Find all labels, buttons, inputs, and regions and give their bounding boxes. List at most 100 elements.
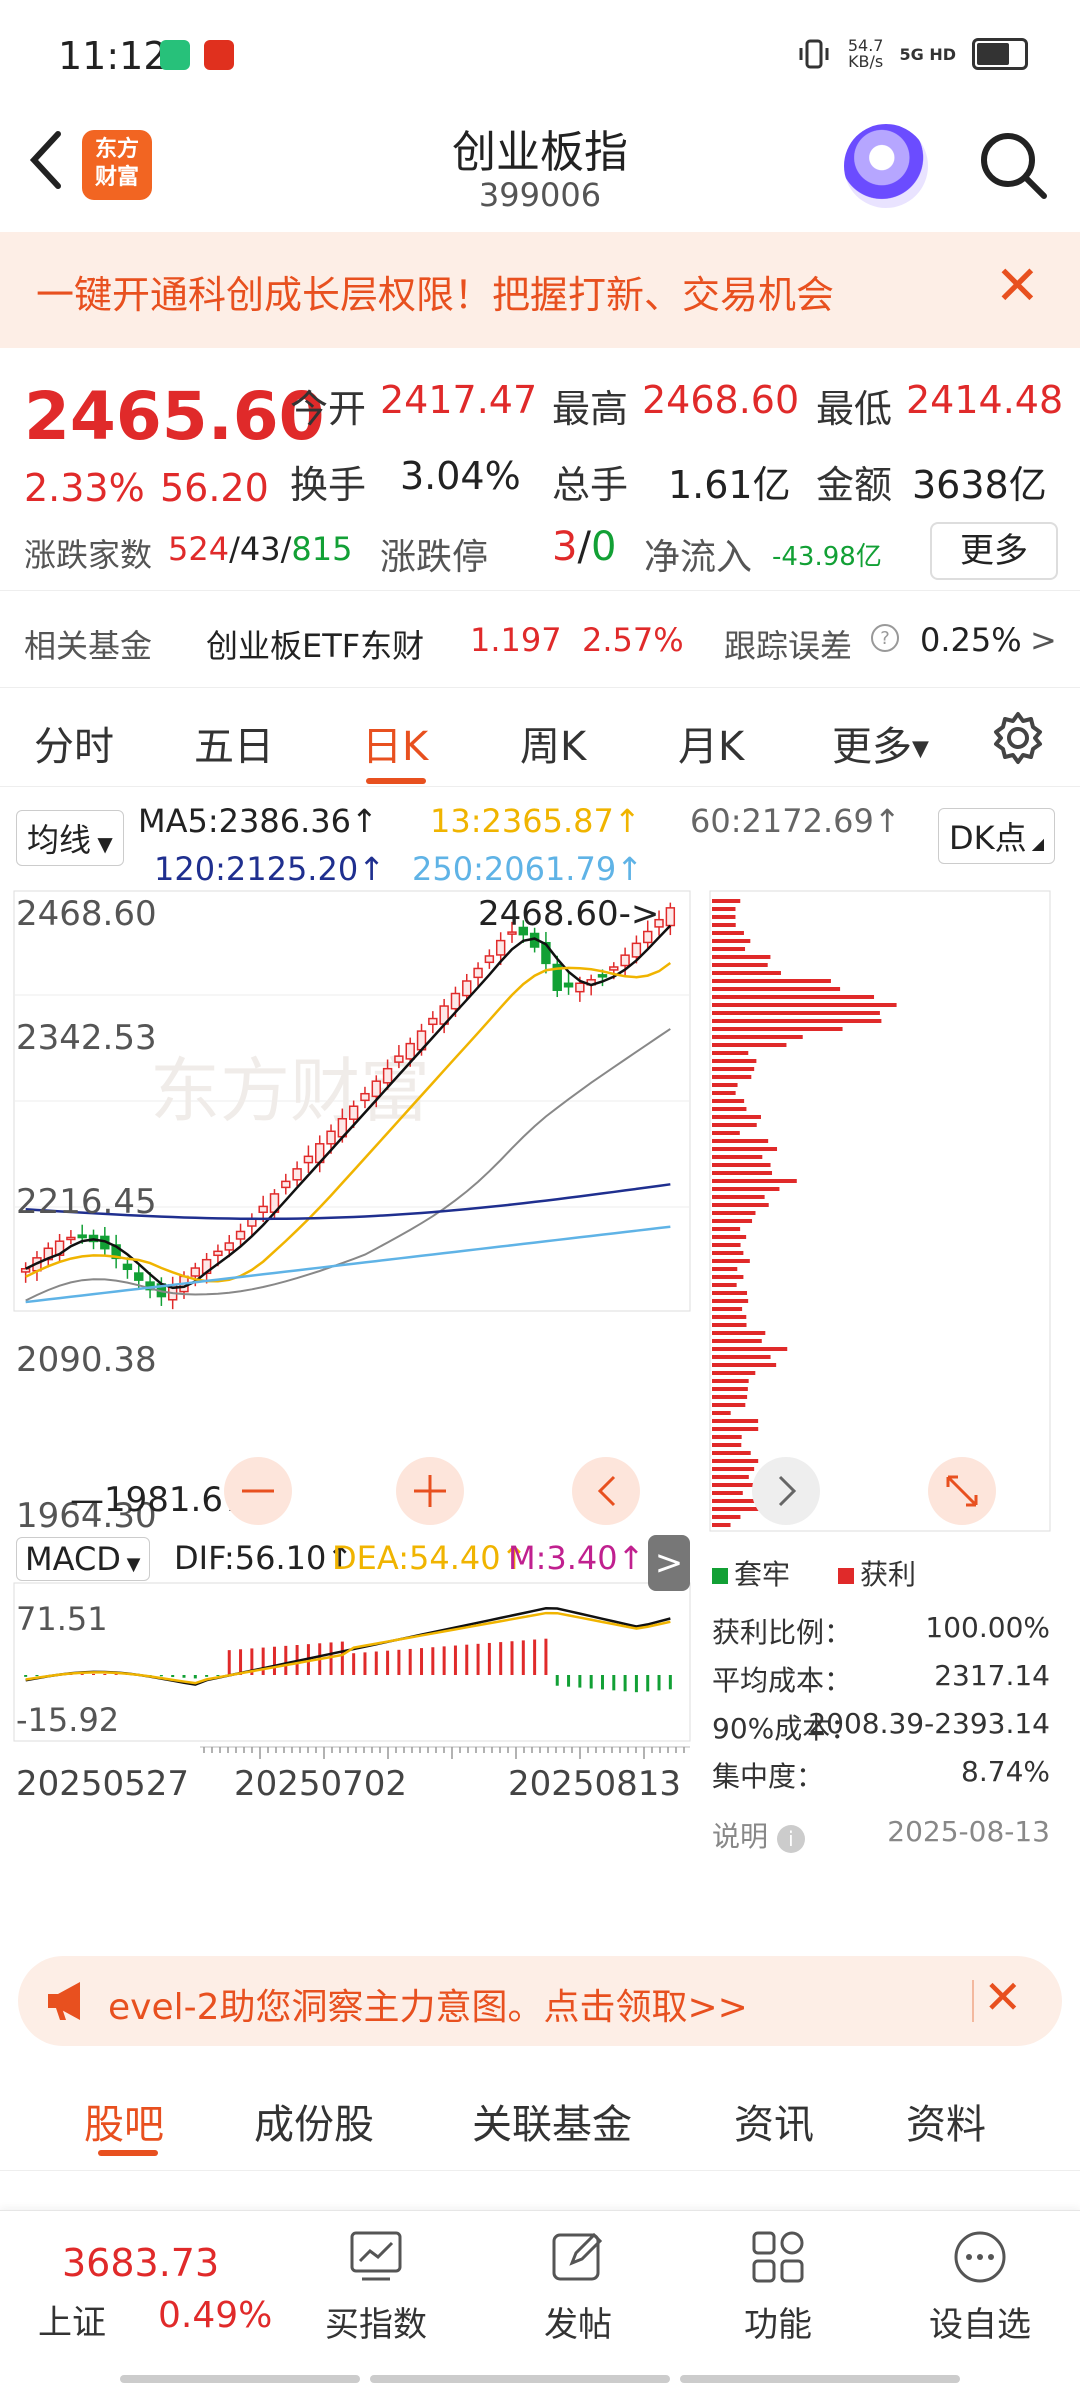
candle — [429, 1019, 437, 1025]
candle — [565, 983, 573, 986]
fund-name[interactable]: 创业板ETF东财 — [206, 621, 424, 667]
help-icon[interactable]: ? — [870, 623, 900, 661]
date-label-2: 20250702 — [234, 1764, 407, 1804]
scroll-left-button[interactable] — [572, 1457, 640, 1525]
scroll-right-button[interactable] — [752, 1457, 820, 1525]
expand-indicator-button[interactable]: > — [648, 1535, 690, 1591]
tab-monthly-k[interactable]: 月K — [678, 714, 744, 772]
candle — [406, 1044, 414, 1059]
zoom-in-button[interactable] — [396, 1457, 464, 1525]
concentration-value: 8.74% — [961, 1755, 1050, 1788]
more-button[interactable]: 更多 — [930, 522, 1058, 580]
fullscreen-button[interactable] — [928, 1457, 996, 1525]
megaphone-icon — [44, 1978, 94, 2024]
tab-related-funds[interactable]: 关联基金 — [472, 2092, 632, 2150]
tracking-error-value: 0.25% — [920, 621, 1022, 659]
chip-bar — [712, 1187, 779, 1191]
tab-profile[interactable]: 资料 — [906, 2092, 986, 2150]
more-dots-icon — [950, 2227, 1010, 2287]
chip-bar — [712, 1347, 787, 1351]
macd-m: M:3.40↑ — [508, 1539, 644, 1577]
promo-banner[interactable]: 一键开通科创成长层权限！把握打新、交易机会 ✕ — [0, 232, 1080, 348]
nav-post[interactable]: 发帖 — [508, 2227, 648, 2346]
candle — [123, 1264, 131, 1269]
promo-close-button[interactable]: ✕ — [983, 1970, 1022, 2024]
y-label-top: 2468.60 — [16, 894, 157, 934]
chip-bar — [712, 1203, 769, 1207]
chip-bar — [712, 1163, 771, 1167]
amount-label: 金额 — [816, 454, 892, 509]
nav-functions[interactable]: 功能 — [708, 2227, 848, 2346]
settings-button[interactable] — [990, 710, 1046, 770]
tab-five-day[interactable]: 五日 — [194, 714, 274, 772]
chip-bar — [712, 987, 840, 991]
chip-bar — [712, 947, 745, 951]
assistant-robot-icon[interactable] — [844, 124, 928, 208]
tab-constituents[interactable]: 成份股 — [254, 2092, 374, 2150]
chip-bar — [712, 1171, 772, 1175]
banner-close-button[interactable]: ✕ — [995, 254, 1040, 317]
high-callout: 2468.60-> — [478, 894, 659, 934]
avg-cost-label: 平均成本： — [712, 1659, 852, 1699]
candle — [225, 1243, 233, 1250]
low-value: 2414.48 — [906, 378, 1063, 422]
chip-bar — [712, 1179, 797, 1183]
chip-legend-profit: 获利 — [838, 1553, 916, 1593]
chip-bar — [712, 1227, 740, 1231]
nav-buy-index[interactable]: 买指数 — [306, 2227, 446, 2346]
chip-bar — [712, 1427, 758, 1431]
limit-label: 涨跌停 — [380, 528, 488, 580]
ma-selector[interactable]: 均线 ▼ — [16, 810, 124, 866]
chip-bar — [712, 1035, 803, 1039]
tab-news[interactable]: 资讯 — [734, 2092, 814, 2150]
tab-weekly-k[interactable]: 周K — [520, 714, 586, 772]
net-speed: 54.7 KB/s — [848, 38, 884, 70]
candle — [22, 1269, 30, 1272]
chip-bar — [712, 1067, 754, 1071]
zoom-out-button[interactable] — [224, 1457, 292, 1525]
inflow-value: -43.98亿 — [772, 536, 882, 573]
chip-bar — [712, 1091, 736, 1095]
candle — [599, 975, 607, 977]
change-percent: 2.33% — [24, 466, 145, 510]
candle — [237, 1231, 245, 1238]
chip-bar — [712, 995, 874, 999]
chip-bar — [712, 1107, 746, 1111]
chip-bar — [712, 1475, 749, 1479]
dk-points-button[interactable]: DK点 ◢ — [938, 808, 1055, 864]
candle — [67, 1237, 75, 1239]
tab-daily-k[interactable]: 日K — [362, 714, 428, 772]
fund-section-label: 相关基金 — [24, 621, 152, 667]
candle — [621, 955, 629, 965]
volume-value: 1.61亿 — [668, 454, 791, 509]
macd-selector[interactable]: MACD ▼ — [16, 1537, 150, 1581]
level2-promo[interactable]: evel-2助您洞察主力意图。点击领取>> ✕ — [18, 1956, 1062, 2046]
ma-legend: 均线 ▼ MA5:2386.36↑ 13:2365.87↑ 60:2172.69… — [0, 790, 1080, 890]
chip-bar — [712, 1307, 742, 1311]
chip-legend-trap: 套牢 — [712, 1553, 790, 1593]
chip-bar — [712, 1459, 758, 1463]
chip-bar — [712, 1139, 768, 1143]
content-tabs: 股吧 成份股 关联基金 资讯 资料 — [0, 2070, 1080, 2171]
chip-bar — [712, 1435, 742, 1439]
search-icon — [976, 128, 1050, 202]
chip-note[interactable]: 说明 i — [712, 1815, 805, 1855]
status-bar: 11:12 54.7 KB/s 5G HD — [0, 0, 1080, 110]
nav-add-watchlist[interactable]: 设自选 — [910, 2227, 1050, 2346]
y-label-2: 2342.53 — [16, 1018, 157, 1058]
candle — [304, 1156, 312, 1162]
search-button[interactable] — [976, 128, 1050, 206]
tab-intraday[interactable]: 分时 — [34, 714, 114, 772]
tab-guba[interactable]: 股吧 — [84, 2092, 164, 2150]
tab-more[interactable]: 更多▼ — [832, 714, 929, 772]
candle — [497, 941, 505, 955]
fund-pct: 2.57% — [582, 621, 684, 659]
chip-bar — [712, 1051, 748, 1055]
chip-bar — [712, 1395, 747, 1399]
chip-bar — [712, 1075, 751, 1079]
kline-chart-area[interactable]: 东方财富 2468.60 2342.53 2216.45 2090.38 196… — [0, 885, 1080, 1935]
chip-bar — [712, 1283, 737, 1287]
related-fund-row[interactable]: 相关基金 创业板ETF东财 1.197 2.57% 跟踪误差 ? 0.25% > — [0, 590, 1080, 688]
candle — [259, 1206, 267, 1212]
active-tab-indicator — [366, 778, 426, 784]
